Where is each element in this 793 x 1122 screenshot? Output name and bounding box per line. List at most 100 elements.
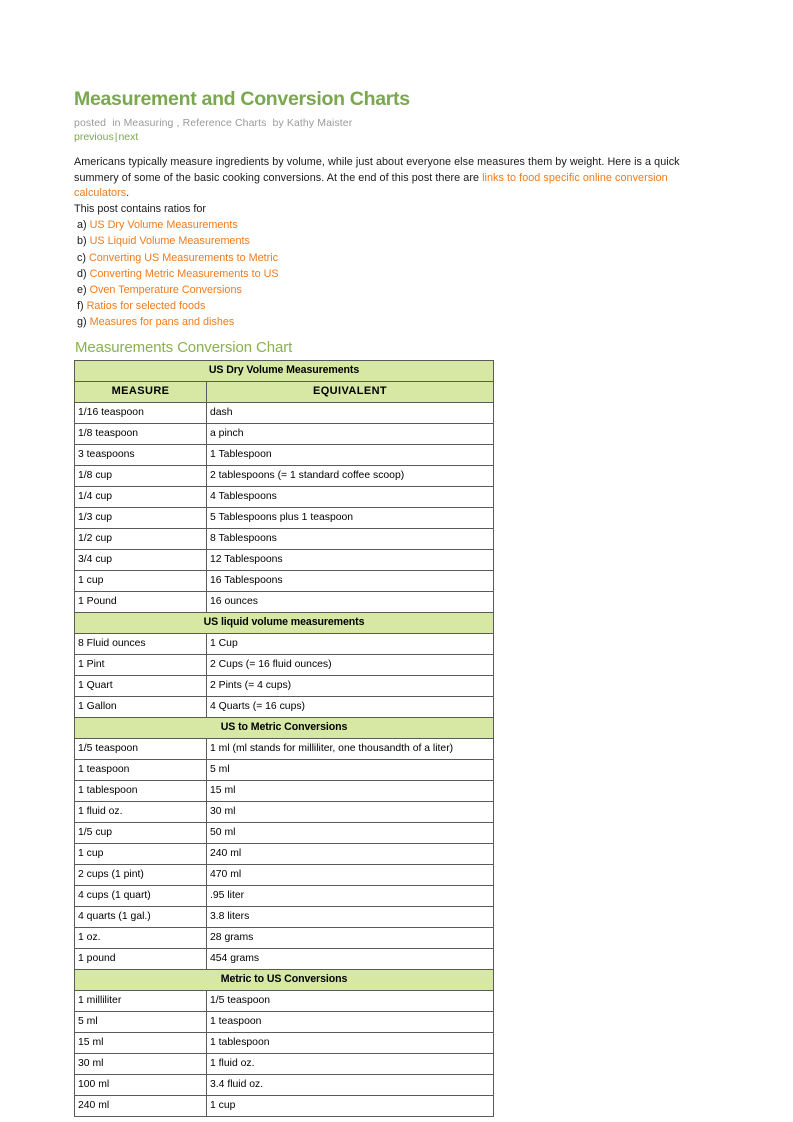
cell-equivalent: 1 cup: [206, 1095, 494, 1118]
cell-measure: 1 fluid oz.: [74, 801, 207, 824]
cell-equivalent: 470 ml: [206, 864, 494, 887]
table-row: 1 Gallon 4 Quarts (= 16 cups): [74, 696, 494, 719]
cell-measure: 1/5 cup: [74, 822, 207, 845]
cell-equivalent: 1 Cup: [206, 633, 494, 656]
table-section-header-row: US Dry Volume Measurements: [74, 360, 494, 383]
cell-measure: 4 cups (1 quart): [74, 885, 207, 908]
table-row: 1/4 cup 4 Tablespoons: [74, 486, 494, 509]
table-row: 1 tablespoon 15 ml: [74, 780, 494, 803]
cell-equivalent: 240 ml: [206, 843, 494, 866]
cell-measure: 1 cup: [74, 843, 207, 866]
table-section-header-cell: Metric to US Conversions: [74, 969, 494, 992]
cell-equivalent: 30 ml: [206, 801, 494, 824]
cell-measure: 1/8 cup: [74, 465, 207, 488]
table-row: 4 quarts (1 gal.) 3.8 liters: [74, 906, 494, 929]
table-section-header-row: US to Metric Conversions: [74, 717, 494, 740]
cell-measure: 1/4 cup: [74, 486, 207, 509]
cell-equivalent: 454 grams: [206, 948, 494, 971]
table-row: 15 ml 1 tablespoon: [74, 1032, 494, 1055]
cell-equivalent: 50 ml: [206, 822, 494, 845]
byline-posted: posted: [74, 117, 107, 129]
cell-measure: 1 milliliter: [74, 990, 207, 1013]
table-row: 1/2 cup 8 Tablespoons: [74, 528, 494, 551]
table-row: 1 pound 454 grams: [74, 948, 494, 971]
toc-item: b) US Liquid Volume Measurements: [77, 233, 723, 249]
next-post-link[interactable]: next: [118, 131, 138, 143]
toc-item-link[interactable]: US Liquid Volume Measurements: [90, 235, 250, 247]
cell-measure: 1 Pint: [74, 654, 207, 677]
toc-item-marker: g): [77, 315, 87, 328]
cell-equivalent: 1 ml (ml stands for milliliter, one thou…: [206, 738, 494, 761]
table-row: 240 ml 1 cup: [74, 1095, 494, 1118]
table-row: 1/8 teaspoon a pinch: [74, 423, 494, 446]
cell-equivalent: 1/5 teaspoon: [206, 990, 494, 1013]
table-row: 1/5 teaspoon 1 ml (ml stands for millilit…: [74, 738, 494, 761]
toc-item-link[interactable]: Ratios for selected foods: [87, 300, 206, 312]
cell-measure: 1 tablespoon: [74, 780, 207, 803]
previous-post-link[interactable]: previous: [74, 131, 114, 143]
toc-item-marker: b): [77, 235, 87, 248]
toc-item-link[interactable]: Oven Temperature Conversions: [90, 284, 242, 296]
cell-measure: 1 cup: [74, 570, 207, 593]
table-section-header-row: Metric to US Conversions: [74, 969, 494, 992]
cell-measure: 1 oz.: [74, 927, 207, 950]
table-section-header-cell: US liquid volume measurements: [74, 612, 494, 635]
cell-equivalent: 12 Tablespoons: [206, 549, 494, 572]
cell-equivalent: .95 liter: [206, 885, 494, 908]
toc-item-marker: d): [77, 267, 87, 280]
cell-measure: 1/5 teaspoon: [74, 738, 207, 761]
table-row: 1 fluid oz. 30 ml: [74, 801, 494, 824]
toc-item-marker: c): [77, 251, 86, 264]
intro-text-part2: .: [126, 187, 130, 200]
table-row: 1 cup 16 Tablespoons: [74, 570, 494, 593]
cell-equivalent: 15 ml: [206, 780, 494, 803]
cell-measure: 3 teaspoons: [74, 444, 207, 467]
table-row: 4 cups (1 quart) .95 liter: [74, 885, 494, 908]
toc-item-link[interactable]: Converting Metric Measurements to US: [90, 268, 279, 280]
cell-measure: 1/8 teaspoon: [74, 423, 207, 446]
toc-item-marker: e): [77, 283, 87, 296]
cell-measure: 5 ml: [74, 1011, 207, 1034]
toc-item: c) Converting US Measurements to Metric: [77, 250, 723, 266]
toc-item: e) Oven Temperature Conversions: [77, 282, 723, 298]
cell-equivalent: 2 Pints (= 4 cups): [206, 675, 494, 698]
cell-measure: 1 teaspoon: [74, 759, 207, 782]
table-row: 3 teaspoons 1 Tablespoon: [74, 444, 494, 467]
cell-equivalent: 2 tablespoons (= 1 standard coffee scoop…: [206, 465, 494, 488]
table-row: 1 oz. 28 grams: [74, 927, 494, 950]
intro-paragraph: Americans typically measure ingredients …: [74, 155, 714, 202]
chart-heading: Measurements Conversion Chart: [75, 339, 293, 357]
cell-equivalent: 1 Tablespoon: [206, 444, 494, 467]
toc-item-link[interactable]: Converting US Measurements to Metric: [89, 252, 278, 264]
table-row: 1 Pound 16 ounces: [74, 591, 494, 614]
table-row: 100 ml 3.4 fluid oz.: [74, 1074, 494, 1097]
table-column-header-row: MEASURE EQUIVALENT: [74, 381, 494, 404]
page-title: Measurement and Conversion Charts: [74, 88, 410, 110]
toc-item: d) Converting Metric Measurements to US: [77, 266, 723, 282]
table-row: 1 Quart 2 Pints (= 4 cups): [74, 675, 494, 698]
cell-measure: 8 Fluid ounces: [74, 633, 207, 656]
table-row: 1/16 teaspoon dash: [74, 402, 494, 425]
table-row: 8 Fluid ounces 1 Cup: [74, 633, 494, 656]
cell-measure: 1/16 teaspoon: [74, 402, 207, 425]
table-section-header-row: US liquid volume measurements: [74, 612, 494, 635]
post-navigation: previous|next: [74, 130, 723, 144]
cell-equivalent: a pinch: [206, 423, 494, 446]
cell-measure: 100 ml: [74, 1074, 207, 1097]
toc-item-marker: f): [77, 299, 84, 312]
cell-equivalent: 3.8 liters: [206, 906, 494, 929]
cell-measure: 1 pound: [74, 948, 207, 971]
toc-item-link[interactable]: Measures for pans and dishes: [90, 316, 235, 328]
cell-measure: 1/3 cup: [74, 507, 207, 530]
cell-measure: 3/4 cup: [74, 549, 207, 572]
toc-item-link[interactable]: US Dry Volume Measurements: [90, 219, 238, 231]
table-row: 3/4 cup 12 Tablespoons: [74, 549, 494, 572]
table-row: 1/8 cup 2 tablespoons (= 1 standard coffe…: [74, 465, 494, 488]
cell-equivalent: dash: [206, 402, 494, 425]
table-row: 1 milliliter 1/5 teaspoon: [74, 990, 494, 1013]
cell-equivalent: 5 Tablespoons plus 1 teaspoon: [206, 507, 494, 530]
table-row: 30 ml 1 fluid oz.: [74, 1053, 494, 1076]
table-row: 1/5 cup 50 ml: [74, 822, 494, 845]
cell-equivalent: 1 fluid oz.: [206, 1053, 494, 1076]
cell-equivalent: 2 Cups (= 16 fluid ounces): [206, 654, 494, 677]
